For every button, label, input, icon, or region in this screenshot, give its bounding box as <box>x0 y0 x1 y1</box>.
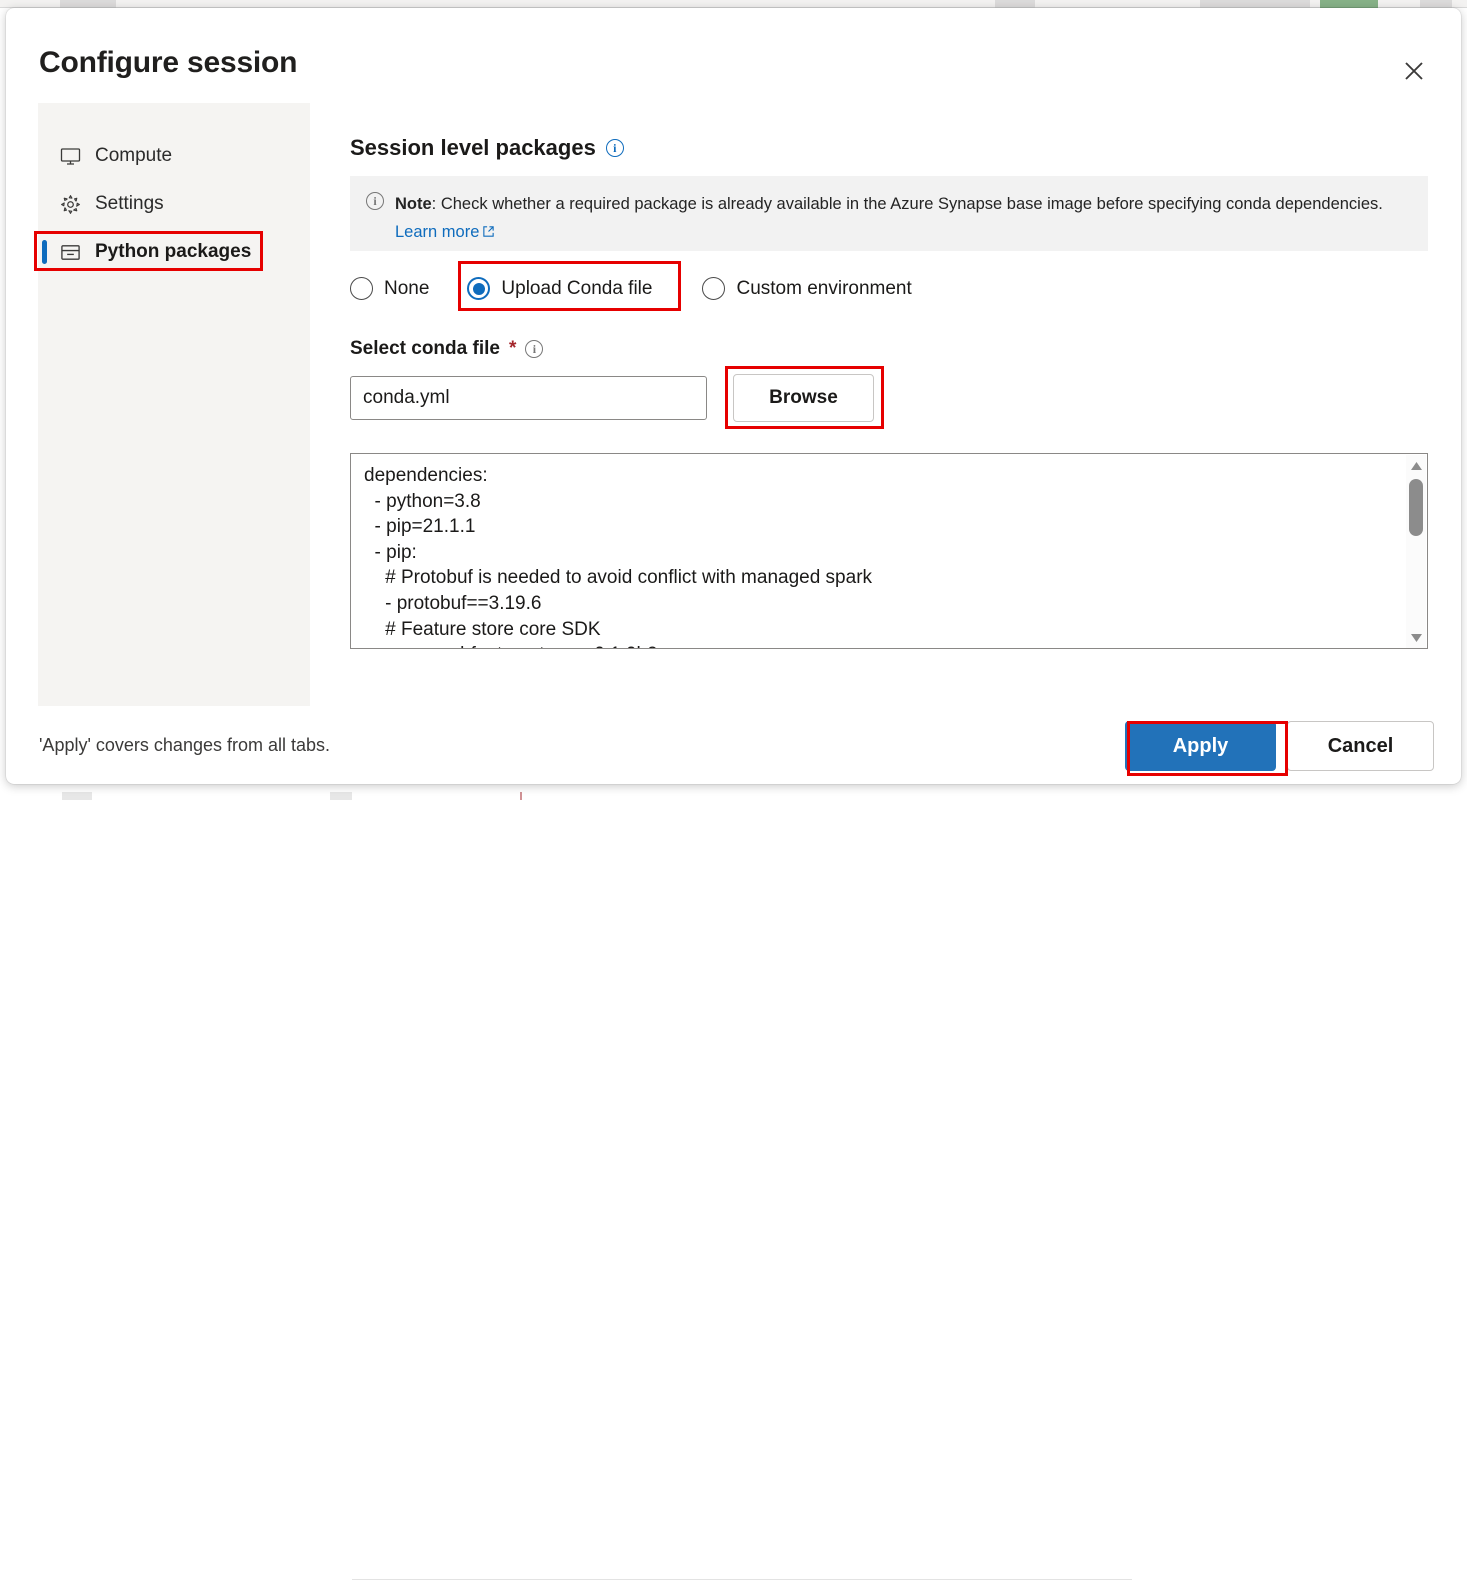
info-icon[interactable]: i <box>525 340 543 358</box>
conda-file-preview[interactable]: dependencies: - python=3.8 - pip=21.1.1 … <box>350 453 1428 649</box>
conda-file-input[interactable] <box>350 376 707 420</box>
scrollbar-thumb[interactable] <box>1409 479 1423 536</box>
sidebar-item-label: Settings <box>95 193 164 215</box>
scroll-up-arrow-icon[interactable] <box>1406 457 1426 475</box>
page-title: Configure session <box>39 46 297 80</box>
gear-icon <box>58 192 82 216</box>
info-icon[interactable]: i <box>606 139 624 157</box>
package-box-icon <box>58 240 82 264</box>
radio-option-upload-conda-file[interactable]: Upload Conda file <box>457 271 666 306</box>
conda-file-label: Select conda file <box>350 338 500 360</box>
radio-circle <box>702 277 725 300</box>
section-header: Session level packages i <box>350 135 624 161</box>
sidebar-item-python-packages[interactable]: Python packages <box>38 232 310 272</box>
required-marker: * <box>509 338 516 360</box>
note-banner: i Note: Check whether a required package… <box>350 176 1428 251</box>
selected-indicator-bar <box>42 240 47 264</box>
note-bold-prefix: Note <box>395 195 432 213</box>
sidebar-item-label: Python packages <box>95 241 251 263</box>
radio-label: None <box>384 278 429 300</box>
sidebar-item-label: Compute <box>95 145 172 167</box>
radio-circle <box>350 277 373 300</box>
apply-hint-text: 'Apply' covers changes from all tabs. <box>39 735 330 756</box>
learn-more-label: Learn more <box>395 223 479 241</box>
background-app-toolbar-bottom <box>0 786 1467 800</box>
note-text: Note: Check whether a required package i… <box>395 190 1395 251</box>
preview-scrollbar[interactable] <box>1406 455 1426 649</box>
radio-circle-selected <box>467 277 490 300</box>
info-icon: i <box>366 192 384 210</box>
close-icon[interactable] <box>1395 52 1433 90</box>
radio-label: Upload Conda file <box>501 278 652 300</box>
monitor-icon <box>58 144 82 168</box>
configure-session-dialog: Configure session Compute <box>6 8 1461 784</box>
learn-more-link[interactable]: Learn more <box>395 223 495 241</box>
sidebar-item-compute[interactable]: Compute <box>38 136 310 176</box>
radio-label: Custom environment <box>736 278 911 300</box>
radio-option-custom-environment[interactable]: Custom environment <box>702 277 911 300</box>
dialog-sidebar: Compute Settings Python packa <box>38 103 310 706</box>
scroll-down-arrow-icon[interactable] <box>1406 629 1426 647</box>
apply-button[interactable]: Apply <box>1125 721 1276 771</box>
cancel-button[interactable]: Cancel <box>1287 721 1434 771</box>
note-body: : Check whether a required package is al… <box>432 195 1383 213</box>
package-source-radio-group: None Upload Conda file Custom environmen… <box>350 271 912 306</box>
section-title: Session level packages <box>350 135 596 161</box>
conda-file-content: dependencies: - python=3.8 - pip=21.1.1 … <box>364 463 1397 649</box>
external-link-icon <box>482 225 495 238</box>
browse-button[interactable]: Browse <box>733 374 874 422</box>
conda-file-label-row: Select conda file * i <box>350 338 543 360</box>
background-app-toolbar-top <box>0 0 1467 8</box>
radio-option-none[interactable]: None <box>350 277 429 300</box>
sidebar-item-settings[interactable]: Settings <box>38 184 310 224</box>
